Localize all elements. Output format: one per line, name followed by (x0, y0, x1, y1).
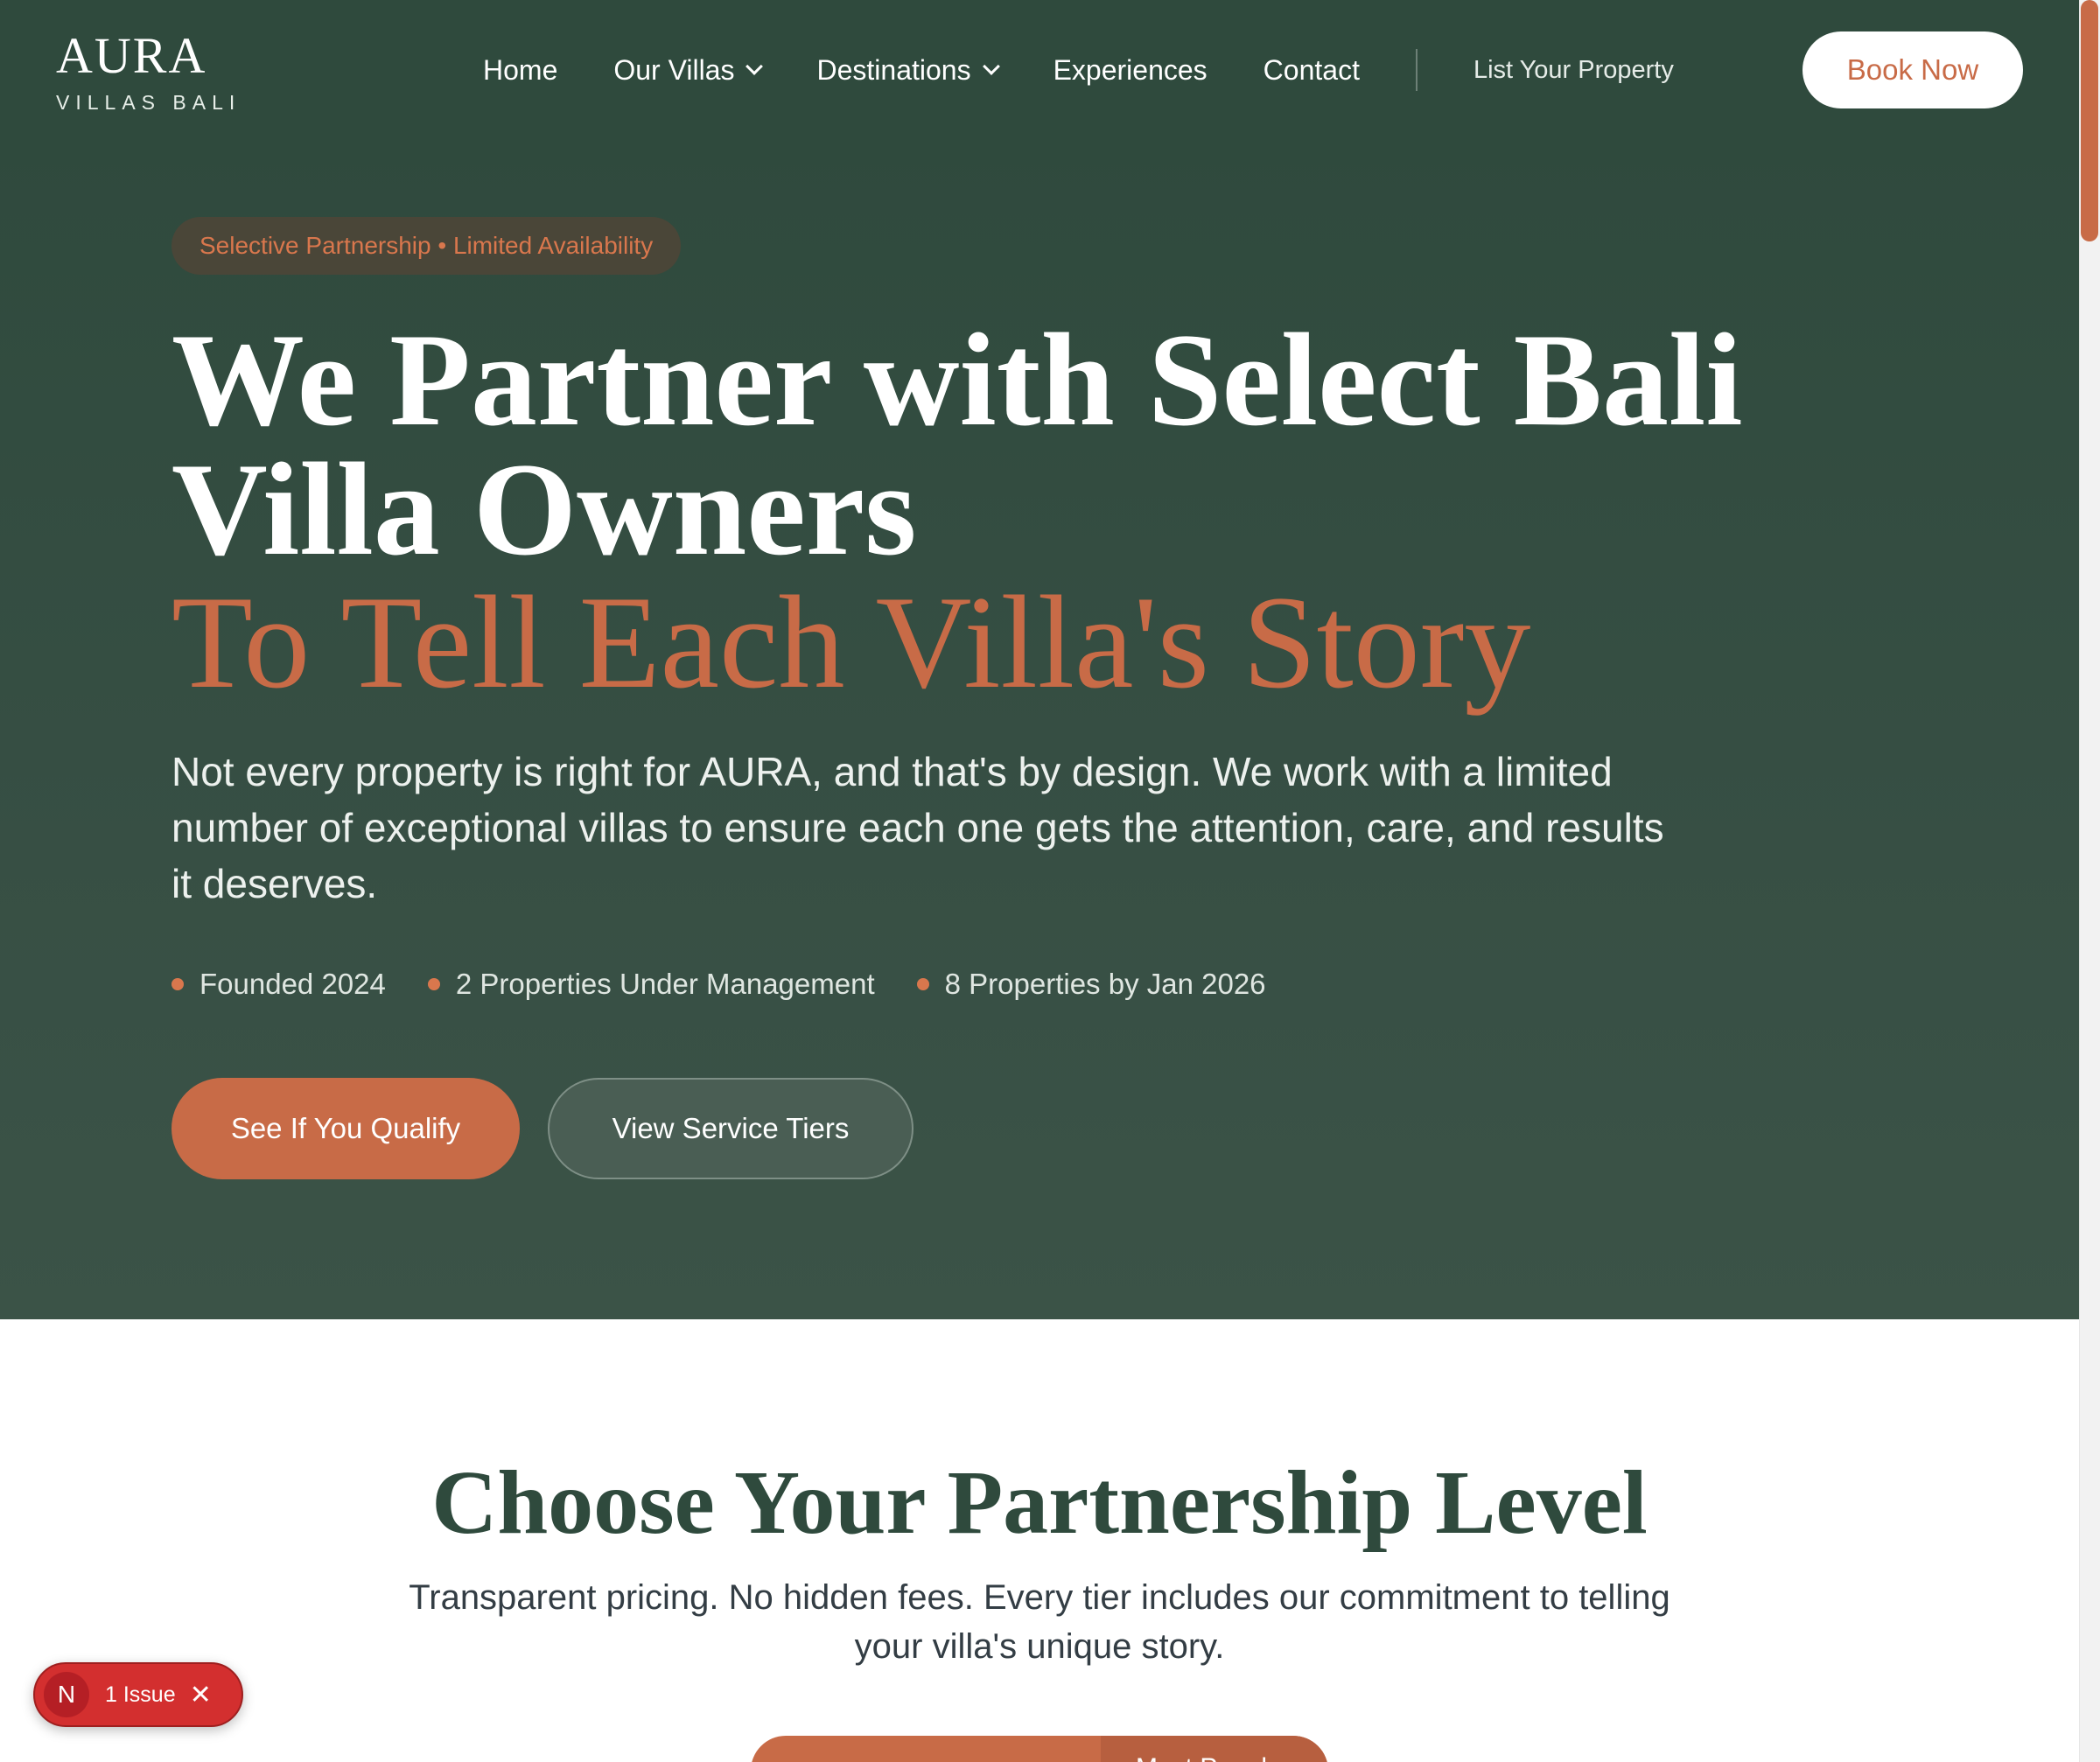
logo[interactable]: AURA VILLAS BALI (56, 30, 241, 115)
partnership-description: Transparent pricing. No hidden fees. Eve… (409, 1578, 1670, 1666)
stat-label: 8 Properties by Jan 2026 (944, 968, 1266, 1000)
nav-contact[interactable]: Contact (1264, 54, 1360, 87)
chevron-down-icon (982, 58, 1000, 75)
nav-experiences-label: Experiences (1053, 53, 1208, 86)
see-if-you-qualify-button[interactable]: See If You Qualify (172, 1078, 520, 1179)
hero-description: Not every property is right for AURA, an… (172, 749, 1664, 906)
site-header: AURA VILLAS BALI Home Our Villas Destina… (0, 0, 2079, 140)
nav-experiences[interactable]: Experiences (1054, 54, 1208, 87)
list-your-property-link[interactable]: List Your Property (1474, 56, 1674, 85)
nav-our-villas[interactable]: Our Villas (613, 53, 764, 87)
stat-item: 8 Properties by Jan 2026 (916, 968, 1266, 1001)
nav-destinations-label: Destinations (816, 53, 971, 86)
scrollbar[interactable] (2079, 0, 2100, 1762)
nav-destinations[interactable]: Destinations (816, 53, 1000, 87)
n-logo-icon: N (44, 1672, 89, 1717)
nav-our-villas-label: Our Villas (613, 53, 735, 86)
main-nav: Home Our Villas Destinations Experiences… (483, 0, 1674, 140)
partnership-section: Choose Your Partnership Level Transparen… (0, 1319, 2079, 1762)
partnership-title: Choose Your Partnership Level (431, 1452, 1648, 1553)
tier-toggle[interactable]: Most Popular (751, 1736, 1328, 1762)
bullet-dot-icon (427, 978, 440, 990)
page: AURA VILLAS BALI Home Our Villas Destina… (0, 0, 2100, 1762)
hero-cta-row: See If You Qualify View Service Tiers (172, 1078, 914, 1179)
hero-title: We Partner with Select Bali Villa Owners (172, 306, 1743, 583)
issue-count: 1 Issue (105, 1682, 176, 1707)
logo-name: AURA (56, 27, 207, 84)
chevron-down-icon (746, 58, 764, 75)
bullet-dot-icon (172, 978, 184, 990)
stat-item: 2 Properties Under Management (427, 968, 875, 1001)
issue-indicator[interactable]: N 1 Issue ✕ (33, 1662, 243, 1727)
most-popular-label: Most Popular (1101, 1736, 1328, 1762)
scrollbar-thumb[interactable] (2081, 0, 2098, 241)
stat-item: Founded 2024 (172, 968, 386, 1001)
partnership-badge: Selective Partnership • Limited Availabi… (172, 217, 682, 275)
nav-home-label: Home (483, 53, 558, 86)
hero-section: Selective Partnership • Limited Availabi… (0, 140, 2079, 1319)
nav-home[interactable]: Home (483, 54, 557, 87)
stat-label: 2 Properties Under Management (455, 968, 875, 1000)
hero-stats: Founded 2024 2 Properties Under Manageme… (172, 968, 1308, 1001)
nav-divider (1415, 49, 1418, 91)
view-service-tiers-button[interactable]: View Service Tiers (548, 1078, 914, 1179)
stat-label: Founded 2024 (200, 968, 386, 1000)
logo-tagline: VILLAS BALI (56, 91, 242, 114)
nav-contact-label: Contact (1263, 53, 1360, 86)
book-now-button[interactable]: Book Now (1802, 31, 2023, 108)
bullet-dot-icon (916, 978, 929, 990)
close-icon[interactable]: ✕ (190, 1680, 212, 1710)
hero-title-accent: To Tell Each Villa's Story (172, 569, 1531, 716)
